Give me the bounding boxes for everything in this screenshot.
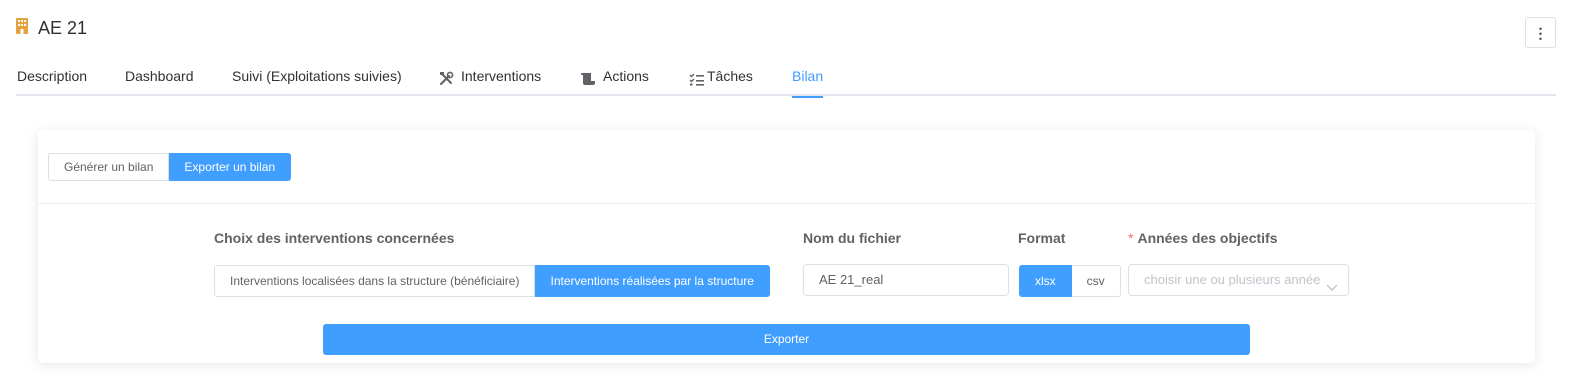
filename-label: Nom du fichier [803,230,902,246]
years-label-text: Années des objectifs [1137,230,1278,246]
format-xlsx-option[interactable]: xlsx [1019,265,1072,297]
years-label: * Années des objectifs [1128,230,1278,246]
tools-icon [439,67,454,95]
page-title: AE 21 [38,17,88,38]
more-vertical-icon: ⋮ [1533,24,1548,41]
checklist-icon [689,67,704,95]
tab-bar: Description Dashboard Suivi (Exploitatio… [16,62,1556,98]
building-icon [16,18,28,34]
scroll-icon [580,67,596,95]
interventions-switch: Interventions localisées dans la structu… [214,265,770,297]
interventions-label: Choix des interventions concernées [214,230,455,246]
card-header: Générer un bilan Exporter un bilan [38,130,1535,204]
tab-label: Bilan [792,68,824,84]
tab-label: Interventions [461,68,542,84]
tab-bilan[interactable]: Bilan [792,62,824,98]
more-options-button[interactable]: ⋮ [1525,17,1556,48]
tab-interventions[interactable]: Interventions [439,62,541,96]
tab-actions[interactable]: Actions [580,62,649,96]
tab-label: Suivi (Exploitations suivies) [232,68,402,84]
required-mark: * [1128,230,1134,246]
tab-dashboard[interactable]: Dashboard [125,62,194,96]
tab-taches[interactable]: Tâches [689,62,753,96]
format-switch: xlsx csv [1019,265,1121,297]
filename-input[interactable]: AE 21_real [803,264,1009,296]
interventions-realisees-option[interactable]: Interventions réalisées par la structure [535,265,770,297]
page-header: AE 21 [16,16,87,40]
tab-label: Tâches [707,68,753,84]
tab-description[interactable]: Description [17,62,87,96]
format-label: Format [1018,230,1066,246]
years-select[interactable]: choisir une ou plusieurs années [1128,264,1349,296]
interventions-localisees-option[interactable]: Interventions localisées dans la structu… [214,265,536,297]
tab-label: Actions [603,68,649,84]
format-csv-option[interactable]: csv [1071,265,1121,297]
bilan-mode-switch: Générer un bilan Exporter un bilan [48,153,292,181]
years-placeholder: choisir une ou plusieurs années [1144,272,1320,287]
tab-label: Dashboard [125,68,194,84]
bilan-card: Générer un bilan Exporter un bilan Choix… [38,130,1535,363]
chevron-down-icon [1326,274,1338,291]
export-bilan-button[interactable]: Exporter un bilan [169,153,292,181]
tab-suivi[interactable]: Suivi (Exploitations suivies) [232,62,402,96]
tab-label: Description [17,68,88,84]
generate-bilan-button[interactable]: Générer un bilan [48,153,170,181]
export-button[interactable]: Exporter [323,324,1250,355]
